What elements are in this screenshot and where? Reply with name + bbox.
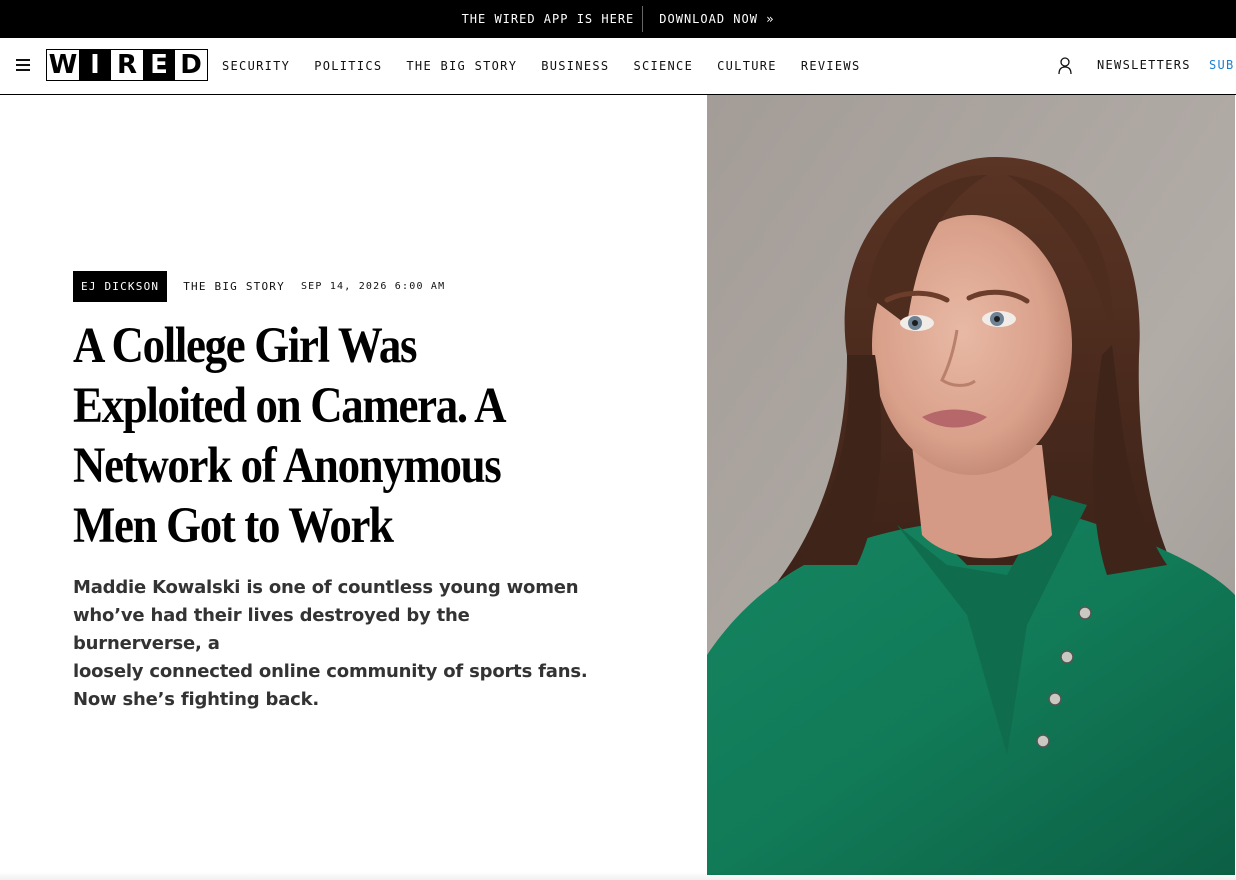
headline-line: A College Girl Was	[73, 318, 417, 374]
publish-date: SEP 14, 2026 6:00 AM	[300, 281, 446, 292]
nav-link-security[interactable]: SECURITY	[222, 59, 290, 73]
nav-link-business[interactable]: BUSINESS	[541, 59, 609, 73]
dek-line: loosely connected online community of sp…	[73, 661, 588, 682]
bottom-fade	[0, 872, 1236, 880]
headline-line: Men Got to Work	[73, 498, 394, 554]
dek-line: who’ve had their lives destroyed by the …	[73, 605, 470, 654]
logo-letter-e: E	[143, 50, 175, 80]
author-byline[interactable]: EJ DICKSON	[73, 271, 168, 302]
article-meta: EJ DICKSON THE BIG STORY SEP 14, 2026 6:…	[73, 271, 445, 302]
headline-line: Network of Anonymous	[73, 438, 502, 494]
promo-divider	[642, 6, 644, 32]
nav-link-reviews[interactable]: REVIEWS	[801, 59, 861, 73]
account-icon[interactable]	[1057, 57, 1073, 75]
promo-bar: THE WIRED APP IS HERE DOWNLOAD NOW »	[0, 0, 1236, 38]
dek-line: Maddie Kowalski is one of countless youn…	[73, 577, 579, 598]
logo-letter-r: R	[111, 50, 143, 80]
nav-link-science[interactable]: SCIENCE	[633, 59, 693, 73]
nav-link-the-big-story[interactable]: THE BIG STORY	[406, 59, 517, 73]
logo-letter-w: W	[47, 50, 79, 80]
hero-image	[707, 95, 1235, 875]
primary-nav: SECURITY POLITICS THE BIG STORY BUSINESS…	[222, 38, 861, 94]
newsletters-link[interactable]: NEWSLETTERS	[1097, 58, 1191, 72]
logo-letter-i: I	[79, 50, 111, 80]
article-headline: A College Girl Was Exploited on Camera. …	[73, 316, 566, 556]
logo-letter-d: D	[175, 50, 207, 80]
subscribe-link[interactable]: SUB	[1209, 58, 1235, 72]
portrait-illustration	[707, 95, 1235, 875]
nav-link-culture[interactable]: CULTURE	[717, 59, 777, 73]
menu-icon[interactable]	[16, 59, 30, 71]
wired-logo[interactable]: W I R E D	[46, 49, 208, 81]
nav-link-politics[interactable]: POLITICS	[314, 59, 382, 73]
site-header: W I R E D SECURITY POLITICS THE BIG STOR…	[0, 38, 1236, 95]
promo-text: THE WIRED APP IS HERE	[461, 12, 635, 26]
rubric-link[interactable]: THE BIG STORY	[183, 280, 285, 293]
article-dek: Maddie Kowalski is one of countless youn…	[73, 574, 593, 714]
headline-line: Exploited on Camera. A	[73, 378, 507, 434]
dek-line: Now she’s fighting back.	[73, 689, 320, 710]
download-app-link[interactable]: DOWNLOAD NOW »	[659, 12, 774, 26]
